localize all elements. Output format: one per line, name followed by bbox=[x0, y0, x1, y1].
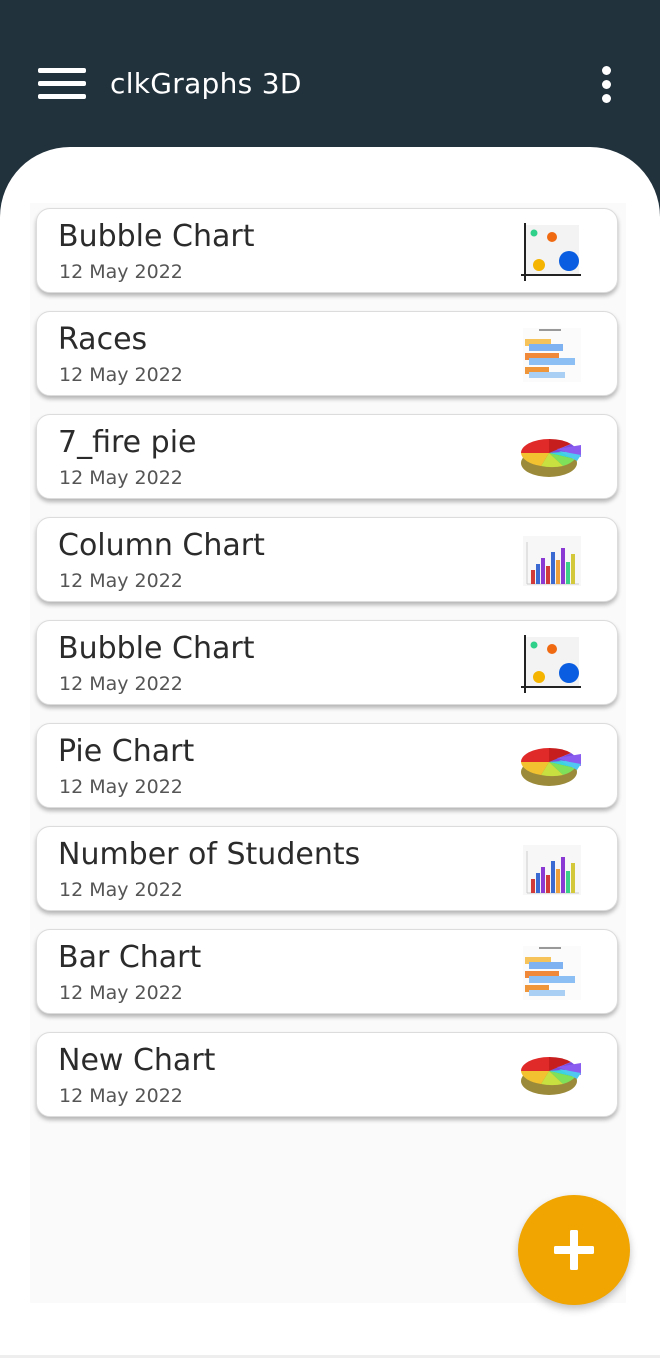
add-chart-button[interactable] bbox=[518, 1195, 630, 1305]
pie-chart-icon bbox=[519, 736, 583, 798]
chart-title: Races bbox=[58, 322, 148, 357]
chart-list-item[interactable]: Races 12 May 2022 bbox=[36, 311, 618, 396]
chart-title: Pie Chart bbox=[58, 734, 195, 769]
column-chart-icon bbox=[519, 839, 583, 901]
chart-date: 12 May 2022 bbox=[59, 467, 183, 489]
more-vert-icon[interactable] bbox=[592, 64, 622, 104]
column-chart-icon bbox=[519, 530, 583, 592]
bar-chart-icon bbox=[519, 324, 583, 386]
chart-title: Bubble Chart bbox=[58, 219, 255, 254]
chart-list-item[interactable]: Bar Chart 12 May 2022 bbox=[36, 929, 618, 1014]
chart-date: 12 May 2022 bbox=[59, 261, 183, 283]
chart-title: Column Chart bbox=[58, 528, 265, 563]
bar-chart-icon bbox=[519, 942, 583, 1004]
chart-title: 7_fire pie bbox=[58, 425, 197, 460]
chart-title: Bubble Chart bbox=[58, 631, 255, 666]
hamburger-menu-icon[interactable] bbox=[38, 66, 86, 102]
chart-date: 12 May 2022 bbox=[59, 982, 183, 1004]
chart-title: Number of Students bbox=[58, 837, 361, 872]
chart-list-item[interactable]: New Chart 12 May 2022 bbox=[36, 1032, 618, 1117]
chart-title: New Chart bbox=[58, 1043, 216, 1078]
app-title: clkGraphs 3D bbox=[110, 67, 302, 100]
chart-date: 12 May 2022 bbox=[59, 570, 183, 592]
chart-date: 12 May 2022 bbox=[59, 879, 183, 901]
chart-date: 12 May 2022 bbox=[59, 364, 183, 386]
chart-list-item[interactable]: Pie Chart 12 May 2022 bbox=[36, 723, 618, 808]
chart-title: Bar Chart bbox=[58, 940, 202, 975]
chart-date: 12 May 2022 bbox=[59, 673, 183, 695]
chart-list-item[interactable]: Column Chart 12 May 2022 bbox=[36, 517, 618, 602]
plus-icon bbox=[554, 1230, 594, 1270]
chart-date: 12 May 2022 bbox=[59, 776, 183, 798]
pie-chart-icon bbox=[519, 427, 583, 489]
chart-date: 12 May 2022 bbox=[59, 1085, 183, 1107]
pie-chart-icon bbox=[519, 1045, 583, 1107]
chart-list-item[interactable]: Bubble Chart 12 May 2022 bbox=[36, 620, 618, 705]
chart-list-item[interactable]: Number of Students 12 May 2022 bbox=[36, 826, 618, 911]
bubble-chart-icon bbox=[519, 633, 583, 695]
bubble-chart-icon bbox=[519, 221, 583, 283]
chart-list-item[interactable]: Bubble Chart 12 May 2022 bbox=[36, 208, 618, 293]
chart-list-item[interactable]: 7_fire pie 12 May 2022 bbox=[36, 414, 618, 499]
